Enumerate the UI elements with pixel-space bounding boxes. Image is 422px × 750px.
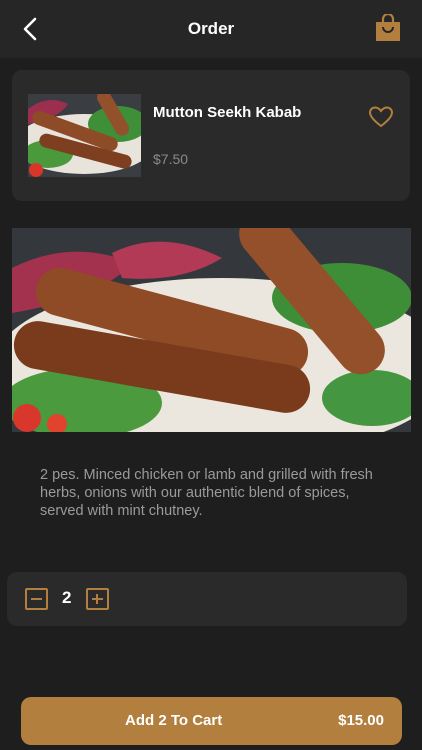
plus-square-icon[interactable] — [86, 588, 109, 610]
heart-outline-icon — [368, 106, 394, 128]
shopping-bag-icon — [376, 12, 400, 41]
quantity-stepper: 2 — [7, 572, 407, 626]
page-title: Order — [187, 19, 235, 38]
quantity-value: 2 — [62, 588, 72, 607]
dish-hero-image — [12, 228, 411, 432]
minus-square-icon[interactable] — [25, 588, 48, 610]
favorite-button[interactable] — [368, 106, 394, 128]
item-card: Mutton Seekh Kabab $7.50 — [12, 70, 410, 201]
item-price: $7.50 — [153, 151, 189, 167]
cart-total: $15.00 — [338, 712, 384, 729]
item-thumbnail — [28, 94, 141, 177]
cart-bag-button[interactable] — [374, 12, 402, 42]
item-description: 2 pes. Minced chicken or lamb and grille… — [40, 467, 373, 519]
add-to-cart-label: Add 2 To Cart — [125, 712, 223, 729]
app-header: Order — [0, 0, 422, 58]
add-to-cart-button[interactable]: Add 2 To Cart $15.00 — [21, 697, 402, 745]
item-name: Mutton Seekh Kabab — [153, 104, 302, 121]
